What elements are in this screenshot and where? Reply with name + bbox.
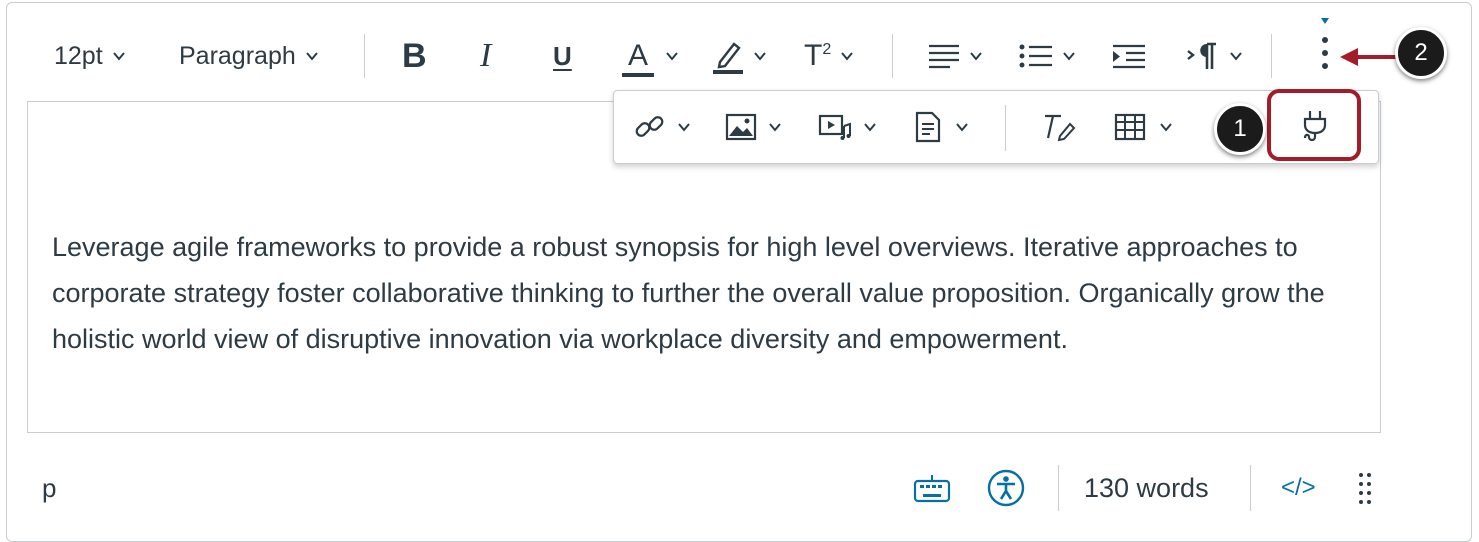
block-format-dropdown[interactable]: Paragraph bbox=[179, 30, 318, 82]
toolbar-divider bbox=[1005, 105, 1006, 151]
bullet-list-icon bbox=[1019, 44, 1052, 68]
text-color-icon: A bbox=[622, 39, 654, 77]
chevron-down-icon bbox=[769, 123, 781, 132]
align-left-icon bbox=[929, 44, 959, 69]
chevron-down-icon bbox=[666, 52, 678, 61]
media-dropdown[interactable] bbox=[818, 105, 876, 149]
clear-formatting-button[interactable] bbox=[1042, 105, 1076, 149]
align-dropdown[interactable] bbox=[928, 30, 982, 82]
keyboard-icon bbox=[913, 475, 951, 503]
highlighter-icon bbox=[713, 42, 743, 74]
indent-button[interactable] bbox=[1112, 30, 1146, 82]
status-divider bbox=[1058, 465, 1059, 511]
chevron-down-icon bbox=[1160, 123, 1172, 132]
chevron-down-icon bbox=[754, 52, 766, 61]
html-toggle-label: </> bbox=[1281, 474, 1316, 501]
accessibility-checker-button[interactable] bbox=[987, 462, 1025, 514]
chevron-down-icon bbox=[305, 52, 318, 61]
underline-icon: U bbox=[553, 40, 572, 71]
drag-grip-icon bbox=[1359, 473, 1371, 504]
font-size-label: 12pt bbox=[54, 41, 103, 70]
status-divider bbox=[1250, 465, 1251, 511]
superscript-icon: T2 bbox=[804, 39, 832, 72]
toolbar-divider bbox=[364, 34, 365, 78]
callout-badge-1: 1 bbox=[1214, 103, 1266, 155]
italic-button[interactable]: I bbox=[480, 30, 491, 82]
chevron-down-icon bbox=[112, 52, 125, 61]
link-dropdown[interactable] bbox=[634, 105, 690, 149]
highlight-color-button[interactable] bbox=[712, 30, 766, 82]
table-dropdown[interactable] bbox=[1114, 105, 1172, 149]
paragraph-direction-icon bbox=[1187, 42, 1216, 69]
underline-button[interactable]: U bbox=[553, 30, 572, 82]
editor-paragraph[interactable]: Leverage agile frameworks to provide a r… bbox=[52, 224, 1362, 362]
chevron-down-icon bbox=[1230, 52, 1242, 61]
superscript-button[interactable]: T2 bbox=[804, 30, 854, 82]
chevron-down-icon bbox=[841, 52, 854, 61]
list-dropdown[interactable] bbox=[1019, 30, 1075, 82]
chevron-down-icon bbox=[1063, 52, 1075, 61]
toolbar-divider bbox=[1271, 34, 1272, 78]
block-format-label: Paragraph bbox=[179, 41, 296, 70]
plugin-highlight-box bbox=[1267, 89, 1361, 161]
font-size-dropdown[interactable]: 12pt bbox=[54, 30, 125, 82]
image-icon bbox=[725, 113, 757, 141]
text-color-button[interactable]: A bbox=[622, 30, 678, 82]
html-editor-toggle[interactable]: </> bbox=[1281, 462, 1316, 514]
element-path-label: p bbox=[42, 472, 57, 503]
text-direction-dropdown[interactable] bbox=[1186, 30, 1242, 82]
chevron-down-icon bbox=[970, 52, 982, 61]
word-count-label: 130 words bbox=[1084, 472, 1209, 503]
toolbar-divider bbox=[892, 34, 893, 78]
bold-icon: B bbox=[402, 36, 427, 75]
keyboard-shortcuts-button[interactable] bbox=[913, 462, 951, 514]
link-icon bbox=[635, 116, 664, 137]
media-icon bbox=[818, 114, 851, 140]
element-path[interactable]: p bbox=[42, 462, 56, 514]
word-count[interactable]: 130 words bbox=[1084, 462, 1209, 514]
callout-arrow-icon bbox=[1340, 48, 1398, 66]
accessibility-icon bbox=[987, 469, 1025, 507]
document-dropdown[interactable] bbox=[914, 105, 968, 149]
document-icon bbox=[915, 111, 941, 143]
more-options-button[interactable] bbox=[1317, 18, 1333, 74]
italic-icon: I bbox=[480, 37, 492, 74]
indent-icon bbox=[1113, 44, 1145, 69]
table-icon bbox=[1114, 113, 1146, 141]
vertical-ellipsis-icon bbox=[1321, 18, 1329, 69]
clear-formatting-icon bbox=[1045, 114, 1076, 142]
chevron-down-icon bbox=[956, 123, 968, 132]
chevron-down-icon bbox=[864, 123, 876, 132]
bold-button[interactable]: B bbox=[402, 30, 427, 82]
chevron-down-icon bbox=[678, 123, 690, 132]
image-dropdown[interactable] bbox=[725, 105, 781, 149]
resize-handle[interactable] bbox=[1357, 462, 1373, 514]
callout-badge-2: 2 bbox=[1395, 27, 1447, 79]
